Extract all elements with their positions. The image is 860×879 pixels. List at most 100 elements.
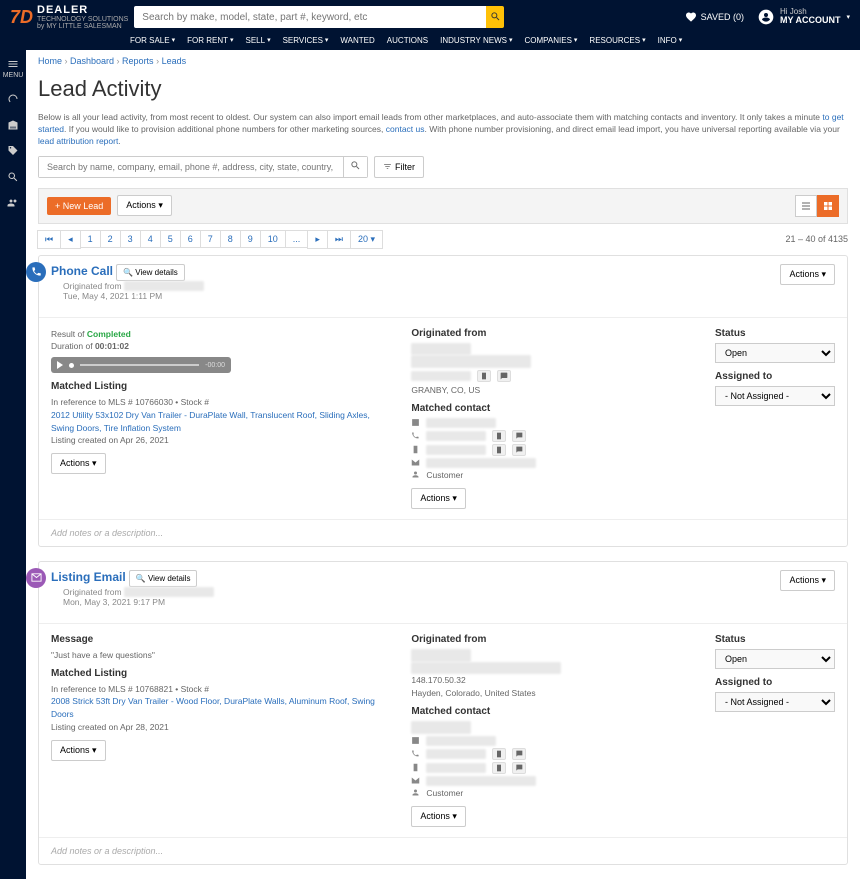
brand-line2: TECHNOLOGY SOLUTIONS bbox=[37, 16, 128, 23]
page-10[interactable]: 10 bbox=[260, 230, 286, 248]
status-select[interactable]: Open bbox=[715, 343, 835, 363]
account-menu[interactable]: Hi Josh MY ACCOUNT ▾ bbox=[758, 8, 850, 27]
listing-link[interactable]: 2012 Utility 53x102 Dry Van Trailer - Du… bbox=[51, 410, 370, 433]
lead-actions-menu[interactable]: Actions ▾ bbox=[780, 264, 835, 285]
lead-search-input[interactable] bbox=[39, 157, 343, 177]
contact-actions[interactable]: Actions ▾ bbox=[411, 806, 466, 827]
phone-badge bbox=[26, 262, 46, 282]
listing-actions[interactable]: Actions ▾ bbox=[51, 453, 106, 474]
page-7[interactable]: 7 bbox=[200, 230, 221, 248]
new-lead-button[interactable]: + New Lead bbox=[47, 197, 111, 215]
attribution-link[interactable]: lead attribution report bbox=[38, 136, 118, 146]
matched-listing-header: Matched Listing bbox=[51, 668, 391, 679]
page-1[interactable]: 1 bbox=[80, 230, 101, 248]
search-icon[interactable] bbox=[7, 171, 19, 183]
nav-services[interactable]: SERVICES▾ bbox=[283, 36, 329, 45]
assigned-select[interactable]: - Not Assigned - bbox=[715, 386, 835, 406]
sms-chip[interactable] bbox=[512, 444, 526, 456]
search-icon bbox=[350, 160, 361, 171]
phone-icon bbox=[411, 431, 420, 440]
contact-us-link[interactable]: contact us bbox=[386, 124, 425, 134]
brand-logo[interactable]: 7D DEALER TECHNOLOGY SOLUTIONS by MY LIT… bbox=[10, 5, 128, 30]
global-search bbox=[134, 6, 504, 28]
lead-title[interactable]: Phone Call bbox=[51, 264, 113, 278]
account-label: MY ACCOUNT bbox=[780, 16, 841, 26]
saved-link[interactable]: SAVED (0) bbox=[685, 11, 744, 23]
crumb-reports[interactable]: Reports bbox=[122, 56, 154, 66]
nav-resources[interactable]: RESOURCES▾ bbox=[589, 36, 645, 45]
actions-menu[interactable]: Actions ▾ bbox=[117, 195, 172, 216]
users-icon[interactable] bbox=[7, 197, 19, 209]
nav-for-rent[interactable]: FOR RENT▾ bbox=[187, 36, 233, 45]
nav-for-sale[interactable]: FOR SALE▾ bbox=[130, 36, 175, 45]
page-5[interactable]: 5 bbox=[160, 230, 181, 248]
global-search-input[interactable] bbox=[134, 6, 486, 28]
page-3[interactable]: 3 bbox=[120, 230, 141, 248]
filter-icon bbox=[383, 162, 392, 171]
matched-contact-header: Matched contact bbox=[411, 403, 695, 414]
tag-icon[interactable] bbox=[7, 145, 19, 157]
nav-companies[interactable]: COMPANIES▾ bbox=[524, 36, 577, 45]
page-6[interactable]: 6 bbox=[180, 230, 201, 248]
user-icon bbox=[411, 788, 420, 797]
email-badge bbox=[26, 568, 46, 588]
message-body: "Just have a few questions" bbox=[51, 649, 391, 662]
status-select[interactable]: Open bbox=[715, 649, 835, 669]
page-2[interactable]: 2 bbox=[100, 230, 121, 248]
nav-wanted[interactable]: WANTED bbox=[340, 36, 374, 45]
building-icon[interactable] bbox=[7, 119, 19, 131]
audio-player[interactable]: -00:00 bbox=[51, 357, 231, 373]
result-count: 21 – 40 of 4135 bbox=[785, 234, 848, 244]
call-chip[interactable] bbox=[492, 748, 506, 760]
sms-chip[interactable] bbox=[512, 748, 526, 760]
crumb-dashboard[interactable]: Dashboard bbox=[70, 56, 114, 66]
page-4[interactable]: 4 bbox=[140, 230, 161, 248]
nav-news[interactable]: INDUSTRY NEWS▾ bbox=[440, 36, 512, 45]
notes-input[interactable]: Add notes or a description... bbox=[39, 837, 847, 864]
nav-info[interactable]: INFO▾ bbox=[658, 36, 683, 45]
lead-actions-menu[interactable]: Actions ▾ bbox=[780, 570, 835, 591]
message-header: Message bbox=[51, 634, 391, 645]
logo-mark-icon: 7D bbox=[10, 7, 33, 28]
page-prev[interactable]: ◂ bbox=[60, 230, 81, 249]
page-8[interactable]: 8 bbox=[220, 230, 241, 248]
gauge-icon[interactable] bbox=[7, 93, 19, 105]
lead-card-email: Listing Email 🔍 View details Originated … bbox=[38, 561, 848, 865]
assigned-select[interactable]: - Not Assigned - bbox=[715, 692, 835, 712]
sms-chip[interactable] bbox=[512, 430, 526, 442]
nav-sell[interactable]: SELL▾ bbox=[246, 36, 271, 45]
crumb-leads[interactable]: Leads bbox=[162, 56, 187, 66]
page-next[interactable]: ▸ bbox=[307, 230, 328, 249]
notes-input[interactable]: Add notes or a description... bbox=[39, 519, 847, 546]
phone-icon[interactable] bbox=[480, 372, 488, 380]
lead-title[interactable]: Listing Email bbox=[51, 570, 126, 584]
originated-header: Originated from bbox=[411, 634, 695, 645]
chat-icon[interactable] bbox=[500, 372, 508, 380]
crumb-home[interactable]: Home bbox=[38, 56, 62, 66]
page-size[interactable]: 20 ▾ bbox=[350, 230, 383, 249]
global-search-button[interactable] bbox=[486, 6, 504, 28]
call-chip[interactable] bbox=[492, 430, 506, 442]
call-chip[interactable] bbox=[492, 762, 506, 774]
call-chip[interactable] bbox=[492, 444, 506, 456]
listing-link[interactable]: 2008 Strick 53ft Dry Van Trailer - Wood … bbox=[51, 696, 375, 719]
listing-actions[interactable]: Actions ▾ bbox=[51, 740, 106, 761]
view-list-button[interactable] bbox=[795, 195, 817, 217]
lead-search-button[interactable] bbox=[343, 157, 367, 177]
nav-auctions[interactable]: AUCTIONS bbox=[387, 36, 428, 45]
sms-chip[interactable] bbox=[512, 762, 526, 774]
filter-button[interactable]: Filter bbox=[374, 156, 424, 178]
chevron-down-icon: ▾ bbox=[846, 13, 850, 21]
contact-actions[interactable]: Actions ▾ bbox=[411, 488, 466, 509]
page-last[interactable]: ⏭ bbox=[327, 230, 351, 249]
page-more[interactable]: ... bbox=[285, 230, 309, 248]
menu-toggle[interactable]: MENU bbox=[3, 58, 24, 79]
view-card-button[interactable] bbox=[817, 195, 839, 217]
page-9[interactable]: 9 bbox=[240, 230, 261, 248]
building-icon bbox=[411, 736, 420, 745]
assigned-label: Assigned to bbox=[715, 677, 835, 688]
view-details-button[interactable]: 🔍 View details bbox=[129, 570, 198, 587]
page-description: Below is all your lead activity, from mo… bbox=[38, 112, 848, 148]
page-first[interactable]: ⏮ bbox=[37, 230, 61, 249]
view-details-button[interactable]: 🔍 View details bbox=[116, 264, 185, 281]
